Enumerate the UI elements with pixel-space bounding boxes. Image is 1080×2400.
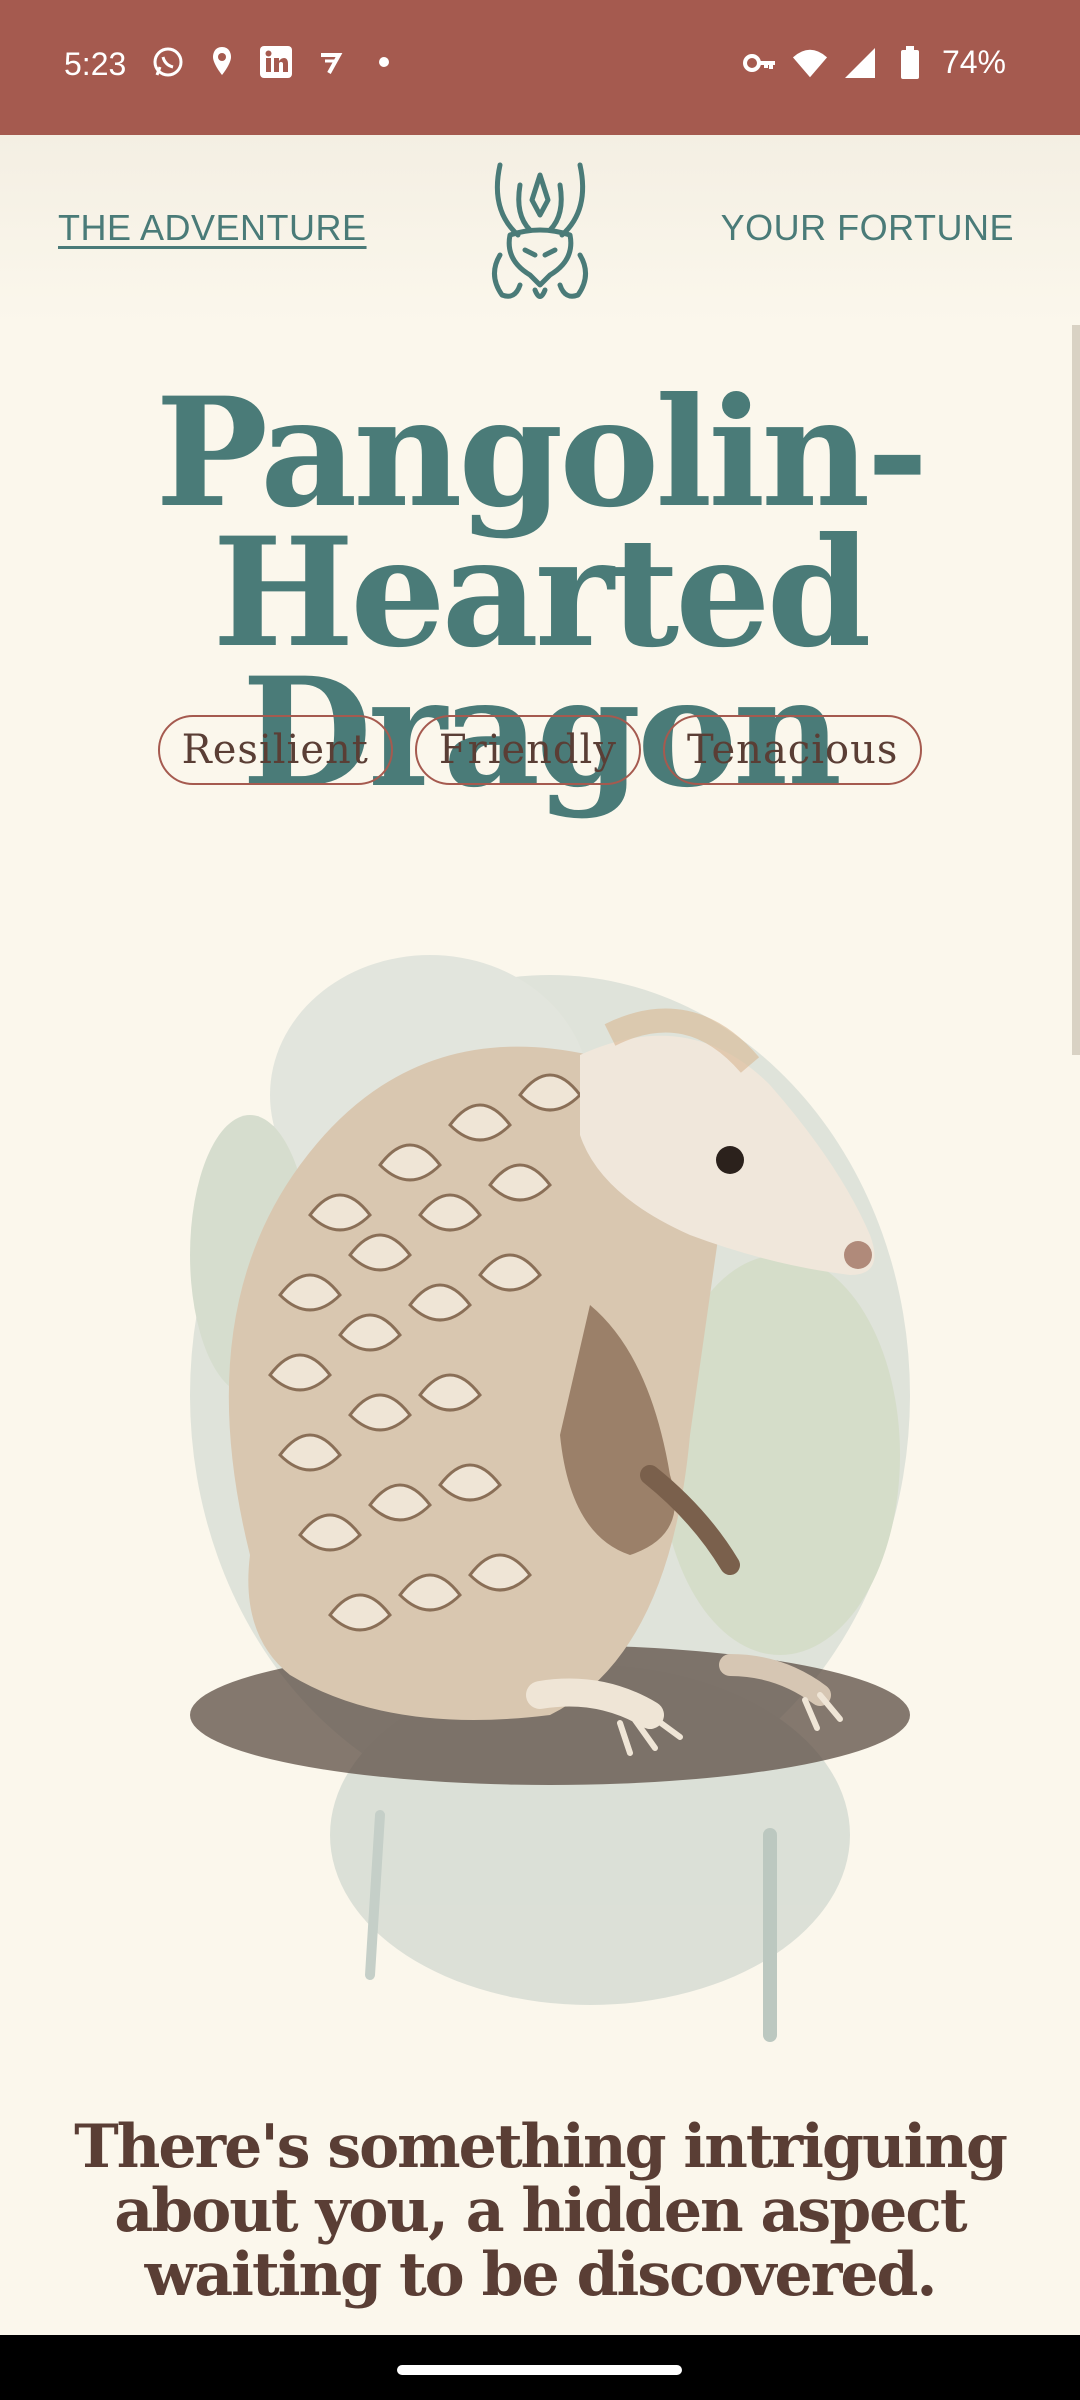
wifi-icon xyxy=(792,45,828,81)
status-bar: 5:23 74% xyxy=(0,0,1080,135)
trait-tags: Resilient Friendly Tenacious xyxy=(0,715,1080,785)
result-description: There's something intriguing about you, … xyxy=(74,2112,1008,2310)
battery-icon xyxy=(892,45,928,81)
notification-icons xyxy=(150,44,402,80)
signal-icon xyxy=(842,45,878,81)
tag-friendly: Friendly xyxy=(414,715,641,785)
dragon-head-icon[interactable] xyxy=(480,155,600,305)
pangolin-illustration xyxy=(130,835,950,2195)
nav-the-adventure[interactable]: THE ADVENTURE xyxy=(58,207,367,249)
app-glyph-icon xyxy=(312,44,348,80)
location-pin-icon xyxy=(204,44,240,80)
system-navigation-bar xyxy=(0,2335,1080,2400)
vpn-key-icon xyxy=(742,45,778,81)
battery-percentage: 74% xyxy=(941,44,1006,80)
nav-your-fortune[interactable]: YOUR FORTUNE xyxy=(721,207,1014,249)
page-content: THE ADVENTURE YOUR FORTUNE Pangolin- Hea… xyxy=(0,135,1080,2335)
dot-icon xyxy=(366,44,402,80)
whatsapp-icon xyxy=(150,44,186,80)
scrollbar[interactable] xyxy=(1072,325,1080,1055)
system-icons: 74% xyxy=(742,44,1006,81)
tag-resilient: Resilient xyxy=(157,715,393,785)
tag-tenacious: Tenacious xyxy=(662,715,923,785)
linkedin-icon xyxy=(258,44,294,80)
status-time: 5:23 xyxy=(64,46,127,82)
home-indicator[interactable] xyxy=(397,2365,682,2375)
